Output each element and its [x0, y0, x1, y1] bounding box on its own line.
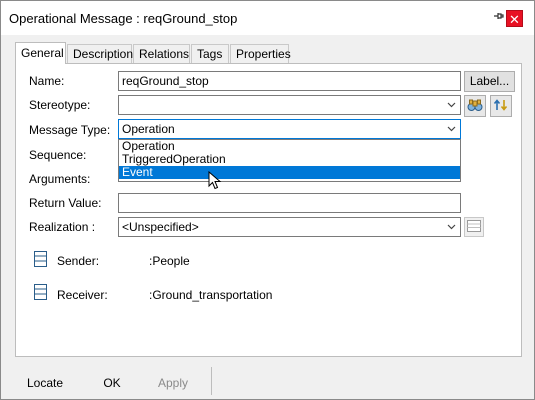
receiver-value: :Ground_transportation — [149, 288, 273, 302]
class-box-icon — [34, 251, 47, 270]
sender-value: :People — [149, 254, 190, 268]
chevron-down-icon — [447, 98, 456, 112]
pin-icon[interactable] — [492, 10, 504, 25]
ok-button[interactable]: OK — [93, 372, 131, 394]
chevron-down-icon — [447, 220, 456, 234]
name-field[interactable]: reqGround_stop — [118, 71, 461, 91]
apply-button[interactable]: Apply — [149, 372, 197, 394]
arguments-label: Arguments: — [29, 172, 91, 186]
title-bar: Operational Message : reqGround_stop ✕ — [1, 1, 534, 35]
return-value-label: Return Value: — [29, 196, 102, 210]
sort-button[interactable] — [490, 95, 512, 117]
message-type-dropdown: Operation TriggeredOperation Event — [118, 139, 461, 182]
message-type-select[interactable]: Operation — [118, 119, 461, 139]
footer-divider — [211, 367, 212, 395]
binoculars-button[interactable] — [464, 95, 486, 117]
tab-tags[interactable]: Tags — [191, 44, 229, 63]
tab-relations[interactable]: Relations — [133, 44, 190, 63]
dropdown-option-triggered-operation[interactable]: TriggeredOperation — [119, 153, 460, 166]
dialog-window: Operational Message : reqGround_stop ✕ G… — [0, 0, 535, 400]
realization-label: Realization : — [29, 220, 96, 234]
label-button[interactable]: Label... — [464, 71, 515, 92]
footer-bar: Locate OK Apply — [1, 363, 534, 399]
stereotype-label: Stereotype: — [29, 98, 91, 112]
chevron-down-icon — [447, 122, 456, 136]
dropdown-option-event[interactable]: Event — [119, 166, 460, 179]
window-title: Operational Message : reqGround_stop — [9, 11, 238, 26]
sequence-label: Sequence: — [29, 148, 87, 162]
tab-description[interactable]: Description — [67, 44, 133, 63]
tab-general[interactable]: General — [15, 42, 66, 64]
stereotype-select[interactable] — [118, 95, 461, 115]
class-box-icon — [34, 284, 47, 303]
realization-value: <Unspecified> — [122, 220, 199, 234]
message-type-label: Message Type: — [29, 123, 111, 137]
sort-arrows-icon — [493, 98, 509, 115]
realization-browse-button[interactable] — [464, 217, 484, 237]
return-value-field[interactable] — [118, 193, 461, 213]
name-label: Name: — [29, 74, 65, 88]
realization-select[interactable]: <Unspecified> — [118, 217, 461, 237]
tab-properties[interactable]: Properties — [230, 44, 291, 63]
browse-icon — [467, 219, 481, 235]
message-type-value: Operation — [122, 122, 175, 136]
sender-label: Sender: — [57, 254, 100, 268]
receiver-label: Receiver: — [57, 288, 108, 302]
binoculars-icon — [467, 98, 483, 115]
locate-button[interactable]: Locate — [19, 372, 71, 394]
mouse-cursor-icon — [208, 170, 222, 194]
close-button[interactable]: ✕ — [506, 10, 523, 27]
